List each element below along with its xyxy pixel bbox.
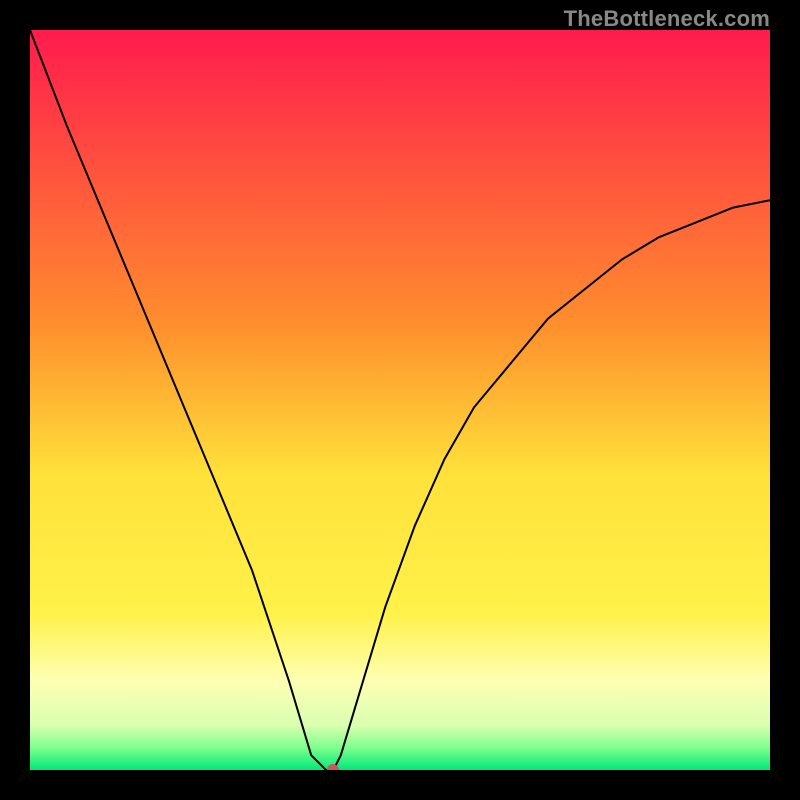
curve-layer — [30, 30, 770, 770]
chart-container: TheBottleneck.com — [0, 0, 800, 800]
attribution-text: TheBottleneck.com — [564, 6, 770, 32]
optimum-point-marker — [327, 764, 339, 770]
plot-area — [30, 30, 770, 770]
bottleneck-curve — [30, 30, 770, 770]
